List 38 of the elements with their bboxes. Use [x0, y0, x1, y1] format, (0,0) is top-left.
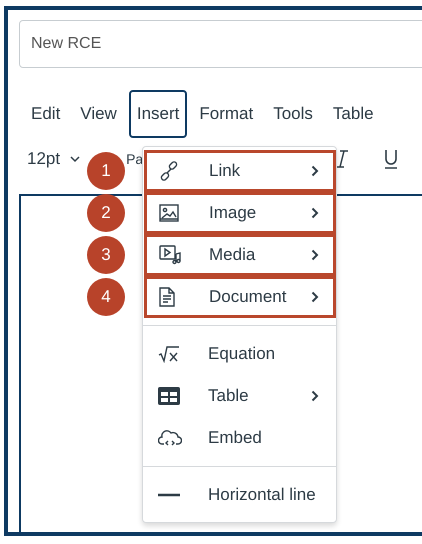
- menu-item[interactable]: Edit: [23, 90, 68, 138]
- menu-item[interactable]: Embed: [143, 417, 336, 459]
- menu-item[interactable]: Equation: [143, 333, 336, 375]
- caret-icon: [70, 155, 80, 163]
- title-text: New RCE: [31, 35, 102, 53]
- title-field[interactable]: New RCE: [19, 20, 422, 68]
- step-number: 2: [87, 194, 125, 232]
- media-icon: [159, 245, 181, 265]
- chevron-icon: [311, 207, 319, 219]
- image-icon: [159, 204, 179, 222]
- menu-item[interactable]: Tools: [265, 90, 321, 138]
- menu-item[interactable]: Format: [191, 90, 262, 138]
- chevron-icon: [311, 390, 319, 402]
- menu-item[interactable]: Insert: [128, 90, 188, 138]
- equation-icon: [158, 345, 180, 363]
- menu-item[interactable]: Horizontal line: [143, 474, 336, 516]
- cloud-icon: [158, 428, 182, 448]
- chevron-icon: [311, 249, 319, 261]
- step-number: 3: [87, 236, 125, 274]
- table-icon: [158, 387, 180, 405]
- italic-icon[interactable]: [335, 149, 350, 169]
- underline-icon[interactable]: [383, 148, 400, 170]
- step-number: 4: [87, 278, 125, 316]
- chevron-icon: [311, 291, 319, 303]
- menu-item[interactable]: Image: [144, 192, 336, 234]
- menu-item[interactable]: View: [72, 90, 125, 138]
- paragraph-select[interactable]: Pa: [126, 151, 144, 167]
- link-icon: [159, 161, 179, 181]
- step-number: 1: [87, 152, 125, 190]
- menu-item[interactable]: Media: [144, 234, 336, 276]
- chevron-icon: [311, 165, 319, 177]
- menu-item[interactable]: Document: [144, 276, 336, 318]
- document-icon: [159, 287, 175, 307]
- menu-item[interactable]: Link: [144, 150, 336, 192]
- font-size-select[interactable]: 12pt: [27, 149, 60, 169]
- menu-item[interactable]: Table: [143, 375, 336, 417]
- menu-item[interactable]: Table: [324, 90, 382, 138]
- dash-icon: [158, 493, 180, 497]
